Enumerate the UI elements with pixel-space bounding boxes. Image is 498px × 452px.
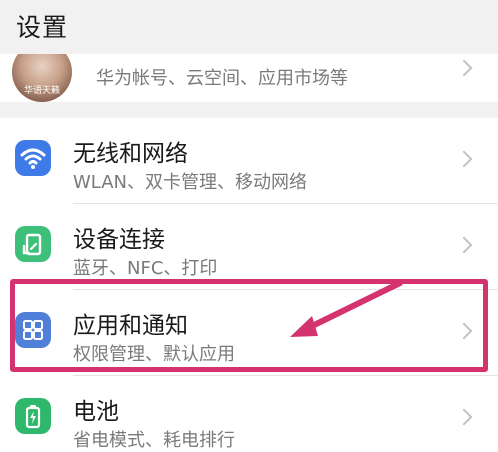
avatar-caption: 华语天籁 — [23, 86, 60, 96]
top-bar: 设置 — [0, 0, 498, 54]
settings-item-device-connection[interactable]: 设备连接 蓝牙、NFC、打印 — [0, 204, 498, 290]
apps-grid-icon — [15, 312, 51, 348]
settings-item-wireless-networks[interactable]: 无线和网络 WLAN、双卡管理、移动网络 — [0, 118, 498, 204]
item-subtitle: 权限管理、默认应用 — [73, 344, 235, 365]
account-subtitle: 华为帐号、云空间、应用市场等 — [96, 68, 348, 89]
chevron-right-icon — [455, 150, 473, 168]
chevron-right-icon — [455, 408, 473, 426]
item-label: 无线和网络 — [73, 141, 188, 167]
item-label: 电池 — [73, 399, 119, 425]
item-subtitle: 蓝牙、NFC、打印 — [73, 258, 218, 279]
chevron-right-icon — [455, 59, 473, 77]
chevron-right-icon — [455, 236, 473, 254]
settings-item-apps-notifications[interactable]: 应用和通知 权限管理、默认应用 — [0, 290, 498, 376]
page-title: 设置 — [16, 13, 69, 42]
wifi-icon — [15, 140, 51, 176]
settings-item-battery[interactable]: 电池 省电模式、耗电排行 — [0, 376, 498, 452]
item-label: 设备连接 — [73, 227, 165, 253]
settings-screen: 华语天籁 阿拔 华为帐号、云空间、应用市场等 设置 无线和网络 WLAN、双卡管… — [0, 0, 498, 452]
chevron-right-icon — [455, 322, 473, 340]
item-label: 应用和通知 — [73, 313, 188, 339]
item-subtitle: WLAN、双卡管理、移动网络 — [73, 172, 308, 193]
item-subtitle: 省电模式、耗电排行 — [73, 430, 235, 451]
section-separator — [0, 102, 498, 118]
battery-icon — [15, 398, 51, 434]
device-connection-icon — [15, 226, 51, 262]
